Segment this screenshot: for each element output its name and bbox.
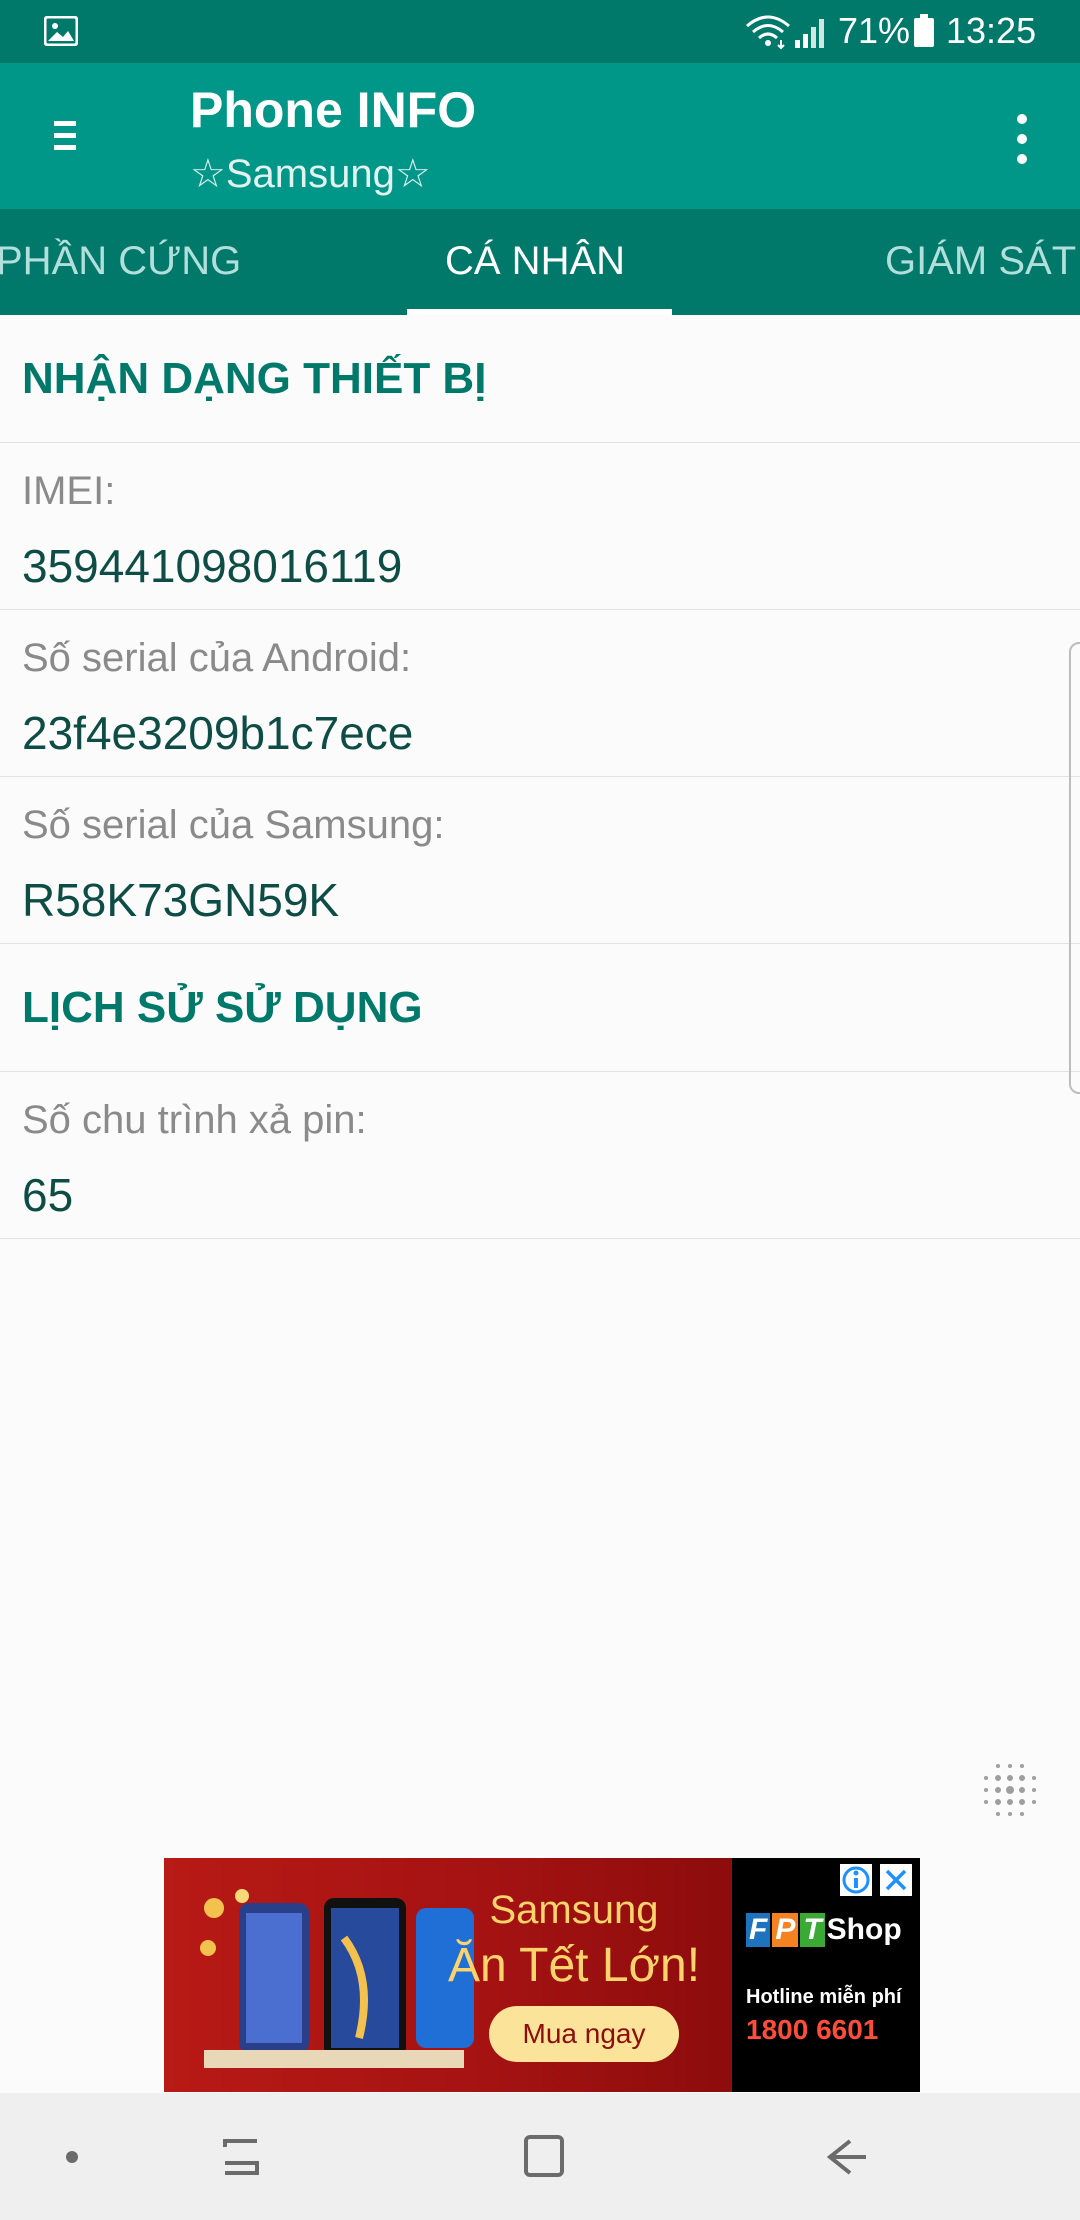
- ad-headline: Samsung: [489, 1888, 659, 1932]
- floating-dots-icon[interactable]: [980, 1760, 1040, 1820]
- more-vertical-icon[interactable]: [1010, 111, 1034, 167]
- tab-bar: PHẦN CỨNG CÁ NHÂN GIÁM SÁT: [0, 209, 1080, 315]
- status-bar: 71% 13:25: [0, 0, 1080, 63]
- ad-cta-button[interactable]: Mua ngay: [489, 2006, 679, 2062]
- signal-icon: [795, 19, 824, 48]
- row-label: Số serial của Android:: [22, 636, 412, 680]
- content-list: NHẬN DẠNG THIẾT BỊ IMEI: 359441098016119…: [0, 315, 1080, 1239]
- ad-creative: Samsung Ăn Tết Lớn! Mua ngay: [164, 1858, 732, 2092]
- ad-brand-logo: F P T Shop: [746, 1913, 902, 1947]
- fpt-letter-p: P: [772, 1913, 799, 1947]
- info-row-imei[interactable]: IMEI: 359441098016119: [0, 443, 1080, 610]
- ad-hotline-label: Hotline miễn phí: [746, 1986, 902, 2008]
- hamburger-menu-icon[interactable]: [40, 111, 90, 161]
- battery-percentage: 71%: [838, 10, 911, 51]
- fpt-letter-t: T: [800, 1913, 825, 1947]
- app-bar: Phone INFO ☆Samsung☆: [0, 63, 1080, 209]
- info-row-samsung-serial[interactable]: Số serial của Samsung: R58K73GN59K: [0, 777, 1080, 944]
- tab-hardware[interactable]: PHẦN CỨNG: [0, 239, 241, 284]
- row-value: R58K73GN59K: [22, 874, 340, 926]
- ad-hotline-number: 1800 6601: [746, 2014, 879, 2045]
- recent-apps-icon[interactable]: [217, 2133, 265, 2181]
- app-subtitle: ☆Samsung☆: [190, 152, 431, 196]
- ad-close-icon[interactable]: [880, 1864, 912, 1896]
- section-header-device-id: NHẬN DẠNG THIẾT BỊ: [0, 315, 1080, 443]
- navigation-bar: [0, 2093, 1080, 2220]
- info-row-android-serial[interactable]: Số serial của Android: 23f4e3209b1c7ece: [0, 610, 1080, 777]
- back-arrow-icon[interactable]: [822, 2133, 870, 2181]
- wifi-icon: [746, 15, 790, 50]
- row-label: IMEI:: [22, 469, 116, 513]
- row-value: 23f4e3209b1c7ece: [22, 707, 414, 759]
- ad-headline-2: Ăn Tết Lớn!: [447, 1939, 701, 1992]
- tab-monitor[interactable]: GIÁM SÁT: [885, 239, 1076, 284]
- fpt-logo: FPT: [746, 1913, 827, 1947]
- row-label: Số serial của Samsung:: [22, 803, 445, 847]
- nav-dot-icon[interactable]: [66, 2151, 78, 2163]
- row-value: 65: [22, 1169, 74, 1221]
- row-label: Số chu trình xả pin:: [22, 1098, 367, 1142]
- gallery-icon: [44, 16, 78, 46]
- ad-info-icon[interactable]: [840, 1864, 872, 1896]
- app-title: Phone INFO: [190, 82, 477, 138]
- edge-panel-handle[interactable]: [1069, 642, 1080, 1094]
- ad-brand-name: Shop: [826, 1913, 902, 1946]
- clock: 13:25: [946, 10, 1037, 51]
- fpt-letter-f: F: [746, 1913, 771, 1947]
- row-value: 359441098016119: [22, 540, 403, 592]
- info-row-battery-cycles[interactable]: Số chu trình xả pin: 65: [0, 1072, 1080, 1239]
- battery-icon: [914, 14, 934, 47]
- section-header-usage-history: LỊCH SỬ SỬ DỤNG: [0, 944, 1080, 1072]
- ad-banner[interactable]: Samsung Ăn Tết Lớn! Mua ngay F P T Shop Hot…: [164, 1858, 920, 2092]
- tab-personal[interactable]: CÁ NHÂN: [445, 239, 625, 284]
- home-icon[interactable]: [520, 2131, 568, 2181]
